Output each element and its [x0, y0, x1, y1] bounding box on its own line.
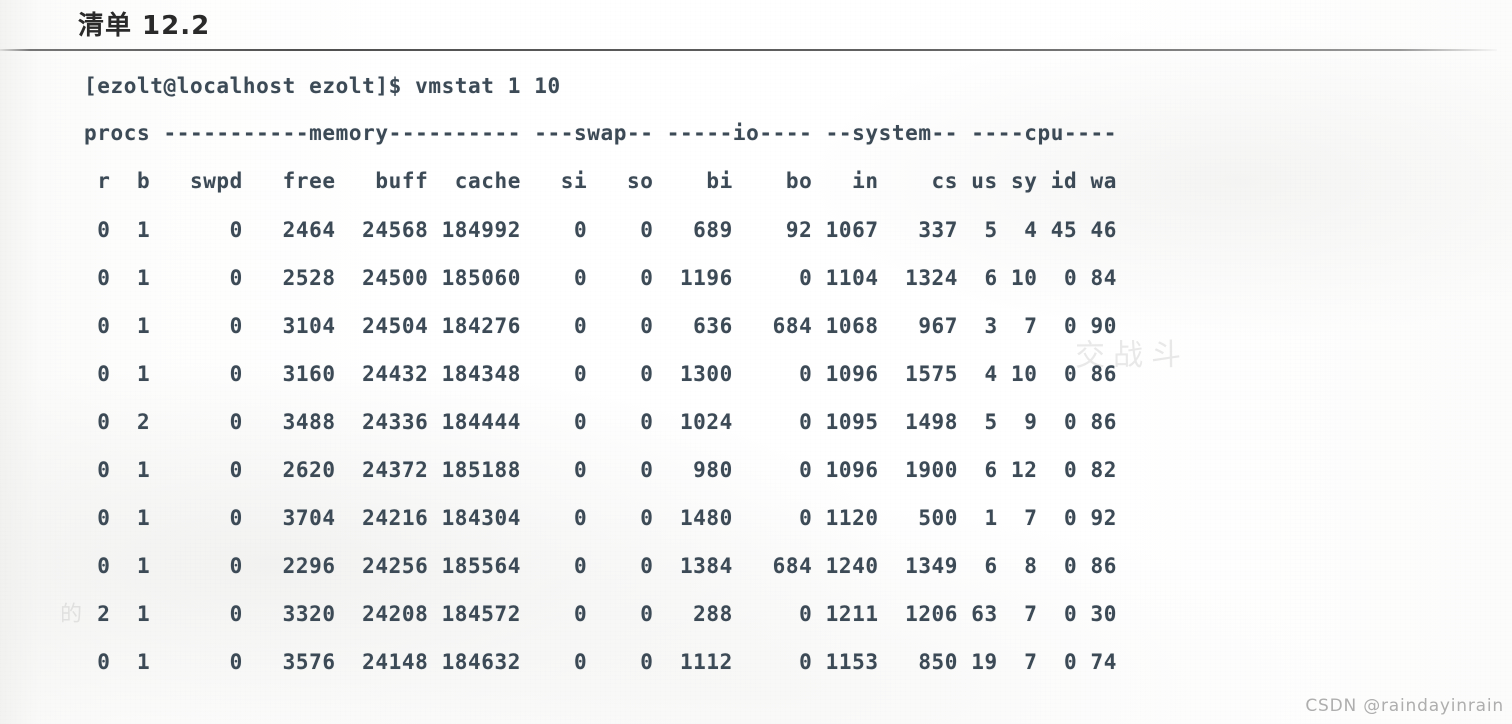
- table-row: 0 1 0 3160 24432 184348 0 0 1300 0 1096 …: [84, 362, 1117, 386]
- table-row: 0 2 0 3488 24336 184444 0 0 1024 0 1095 …: [84, 410, 1117, 434]
- scanned-page: 交战斗 的 清单 12.2 [ezolt@localhost ezolt]$ v…: [0, 0, 1512, 724]
- terminal-prompt-line: [ezolt@localhost ezolt]$ vmstat 1 10: [84, 74, 561, 98]
- terminal-listing: [ezolt@localhost ezolt]$ vmstat 1 10 pro…: [0, 50, 1512, 674]
- table-row: 0 1 0 2464 24568 184992 0 0 689 92 1067 …: [84, 218, 1117, 242]
- table-row: 2 1 0 3320 24208 184572 0 0 288 0 1211 1…: [84, 602, 1117, 626]
- table-row: 0 1 0 2528 24500 185060 0 0 1196 0 1104 …: [84, 266, 1117, 290]
- csdn-watermark: CSDN @raindayinrain: [1305, 696, 1504, 716]
- vmstat-column-header: r b swpd free buff cache si so bi bo in …: [84, 169, 1117, 193]
- table-row: 0 1 0 3104 24504 184276 0 0 636 684 1068…: [84, 314, 1117, 338]
- listing-title-bar: 清单 12.2: [0, 0, 1512, 51]
- table-row: 0 1 0 3576 24148 184632 0 0 1112 0 1153 …: [84, 650, 1117, 674]
- vmstat-group-header: procs -----------memory---------- ---swa…: [84, 121, 1117, 145]
- table-row: 0 1 0 2620 24372 185188 0 0 980 0 1096 1…: [84, 458, 1117, 482]
- table-row: 0 1 0 3704 24216 184304 0 0 1480 0 1120 …: [84, 506, 1117, 530]
- table-row: 0 1 0 2296 24256 185564 0 0 1384 684 124…: [84, 554, 1117, 578]
- listing-title: 清单 12.2: [78, 11, 211, 41]
